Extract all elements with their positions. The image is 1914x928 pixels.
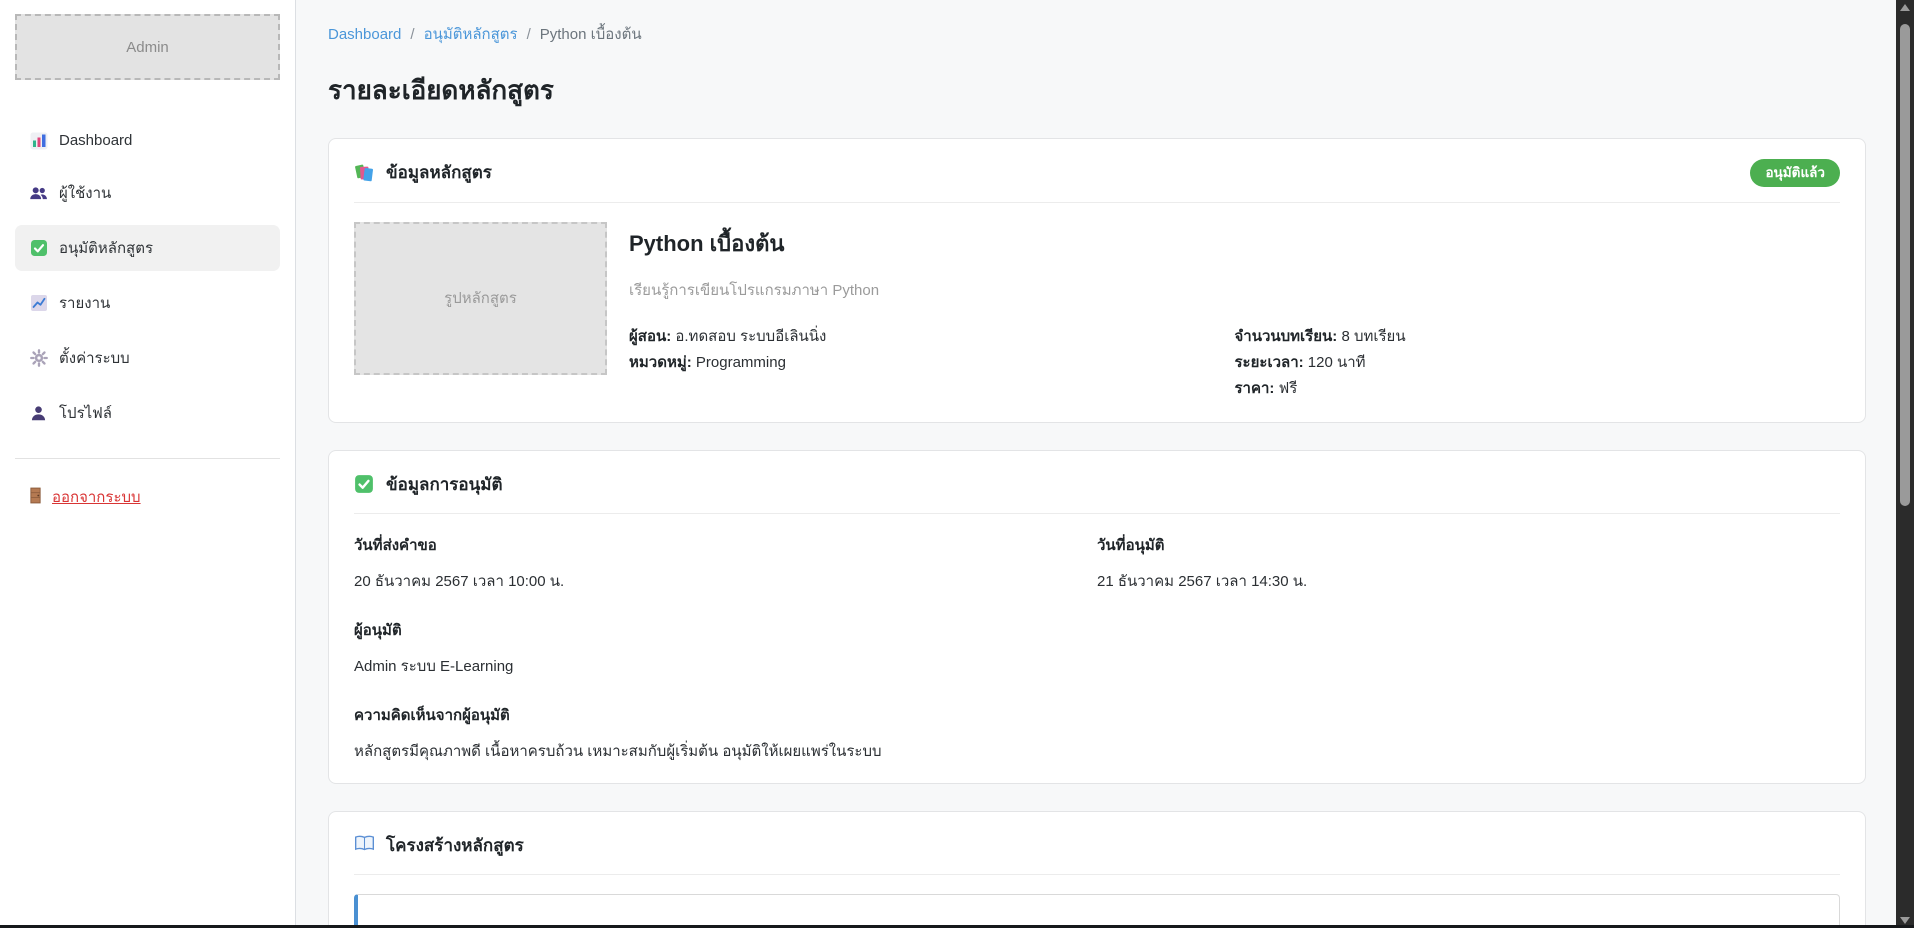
approve-date-label: วันที่อนุมัติ <box>1097 533 1840 557</box>
approve-date-value: 21 ธันวาคม 2567 เวลา 14:30 น. <box>1097 569 1840 593</box>
sidebar-item-label: รายงาน <box>59 291 110 315</box>
sidebar-item-dashboard[interactable]: Dashboard <box>15 120 280 161</box>
approve-check-icon <box>29 239 48 258</box>
approver-label: ผู้อนุมัติ <box>354 618 1840 642</box>
course-image-placeholder: รูปหลักสูตร <box>354 222 607 375</box>
breadcrumb-current: Python เบื้องต้น <box>540 22 642 46</box>
admin-logo-placeholder: Admin <box>15 14 280 80</box>
course-meta-right: จำนวนบทเรียน: 8 บทเรียน ระยะเวลา: 120 นา… <box>1235 324 1841 403</box>
users-icon <box>29 184 48 203</box>
course-meta-left: ผู้สอน: อ.ทดสอบ ระบบอีเลินนิ่ง หมวดหมู่:… <box>629 324 1235 403</box>
scrollbar-thumb[interactable] <box>1900 24 1910 506</box>
structure-card-header: โครงสร้างหลักสูตร <box>354 832 524 859</box>
status-badge: อนุมัติแล้ว <box>1750 159 1840 187</box>
approver-comment-label: ความคิดเห็นจากผู้อนุมัติ <box>354 703 1840 727</box>
main-content: Dashboard / อนุมัติหลักสูตร / Python เบื… <box>296 0 1896 928</box>
course-name: Python เบื้องต้น <box>629 226 1840 261</box>
sidebar-item-label: Dashboard <box>59 132 132 149</box>
sidebar: Admin Dashboard ผู้ใช้งาน อนุมัติหลักสูต… <box>0 0 296 928</box>
approval-card-header: ข้อมูลการอนุมัติ <box>354 471 503 498</box>
breadcrumb-separator: / <box>410 26 414 43</box>
sidebar-item-settings[interactable]: ตั้งค่าระบบ <box>15 335 280 381</box>
course-price: ราคา: ฟรี <box>1235 376 1841 402</box>
report-chart-icon <box>29 294 48 313</box>
sidebar-divider <box>15 458 280 459</box>
sidebar-item-label: โปรไฟล์ <box>59 401 112 425</box>
request-date-value: 20 ธันวาคม 2567 เวลา 10:00 น. <box>354 569 1097 593</box>
door-logout-icon <box>29 487 42 508</box>
breadcrumb-separator: / <box>527 26 531 43</box>
breadcrumb-link-course-approval[interactable]: อนุมัติหลักสูตร <box>424 22 518 46</box>
sidebar-item-course-approval[interactable]: อนุมัติหลักสูตร <box>15 225 280 271</box>
course-card-header: ข้อมูลหลักสูตร <box>354 159 492 186</box>
dashboard-icon <box>29 131 48 150</box>
approver-block: ผู้อนุมัติ Admin ระบบ E-Learning <box>354 618 1840 678</box>
profile-icon <box>29 404 48 423</box>
divider <box>354 202 1840 203</box>
sidebar-nav: Dashboard ผู้ใช้งาน อนุมัติหลักสูตร รายง… <box>15 120 280 436</box>
admin-logo-text: Admin <box>126 39 169 56</box>
course-category: หมวดหมู่: Programming <box>629 350 1235 376</box>
request-date-block: วันที่ส่งคำขอ 20 ธันวาคม 2567 เวลา 10:00… <box>354 533 1097 593</box>
course-info-card: ข้อมูลหลักสูตร อนุมัติแล้ว รูปหลักสูตร P… <box>328 138 1866 423</box>
lesson-item[interactable] <box>354 894 1840 928</box>
gear-icon <box>29 349 48 368</box>
page-title: รายละเอียดหลักสูตร <box>328 70 1866 111</box>
course-instructor: ผู้สอน: อ.ทดสอบ ระบบอีเลินนิ่ง <box>629 324 1235 350</box>
course-duration: ระยะเวลา: 120 นาที <box>1235 350 1841 376</box>
vertical-scrollbar[interactable] <box>1896 0 1914 928</box>
approve-date-block: วันที่อนุมัติ 21 ธันวาคม 2567 เวลา 14:30… <box>1097 533 1840 593</box>
course-structure-card: โครงสร้างหลักสูตร <box>328 811 1866 928</box>
logout-link[interactable]: ออกจากระบบ <box>29 485 280 509</box>
course-image-placeholder-text: รูปหลักสูตร <box>444 286 517 310</box>
divider <box>354 513 1840 514</box>
structure-card-title: โครงสร้างหลักสูตร <box>386 832 524 859</box>
sidebar-item-profile[interactable]: โปรไฟล์ <box>15 390 280 436</box>
divider <box>354 874 1840 875</box>
course-description: เรียนรู้การเขียนโปรแกรมภาษา Python <box>629 278 1840 302</box>
check-icon <box>354 474 376 496</box>
breadcrumb-link-dashboard[interactable]: Dashboard <box>328 26 401 43</box>
open-book-icon <box>354 835 376 857</box>
approver-comment-block: ความคิดเห็นจากผู้อนุมัติ หลักสูตรมีคุณภา… <box>354 703 1840 763</box>
scroll-down-arrow-icon[interactable] <box>1900 917 1910 924</box>
sidebar-item-reports[interactable]: รายงาน <box>15 280 280 326</box>
approver-value: Admin ระบบ E-Learning <box>354 654 1840 678</box>
course-card-title: ข้อมูลหลักสูตร <box>386 159 492 186</box>
books-icon <box>354 162 376 184</box>
sidebar-item-label: อนุมัติหลักสูตร <box>59 236 153 260</box>
sidebar-item-users[interactable]: ผู้ใช้งาน <box>15 170 280 216</box>
approval-info-card: ข้อมูลการอนุมัติ วันที่ส่งคำขอ 20 ธันวาค… <box>328 450 1866 784</box>
sidebar-item-label: ผู้ใช้งาน <box>59 181 111 205</box>
admin-app: Admin Dashboard ผู้ใช้งาน อนุมัติหลักสูต… <box>0 0 1914 928</box>
sidebar-item-label: ตั้งค่าระบบ <box>59 346 130 370</box>
approver-comment-value: หลักสูตรมีคุณภาพดี เนื้อหาครบถ้วน เหมาะส… <box>354 739 1840 763</box>
breadcrumb: Dashboard / อนุมัติหลักสูตร / Python เบื… <box>328 22 1866 46</box>
course-lessons: จำนวนบทเรียน: 8 บทเรียน <box>1235 324 1841 350</box>
scroll-up-arrow-icon[interactable] <box>1900 4 1910 11</box>
request-date-label: วันที่ส่งคำขอ <box>354 533 1097 557</box>
logout-label: ออกจากระบบ <box>52 485 141 509</box>
approval-card-title: ข้อมูลการอนุมัติ <box>386 471 503 498</box>
